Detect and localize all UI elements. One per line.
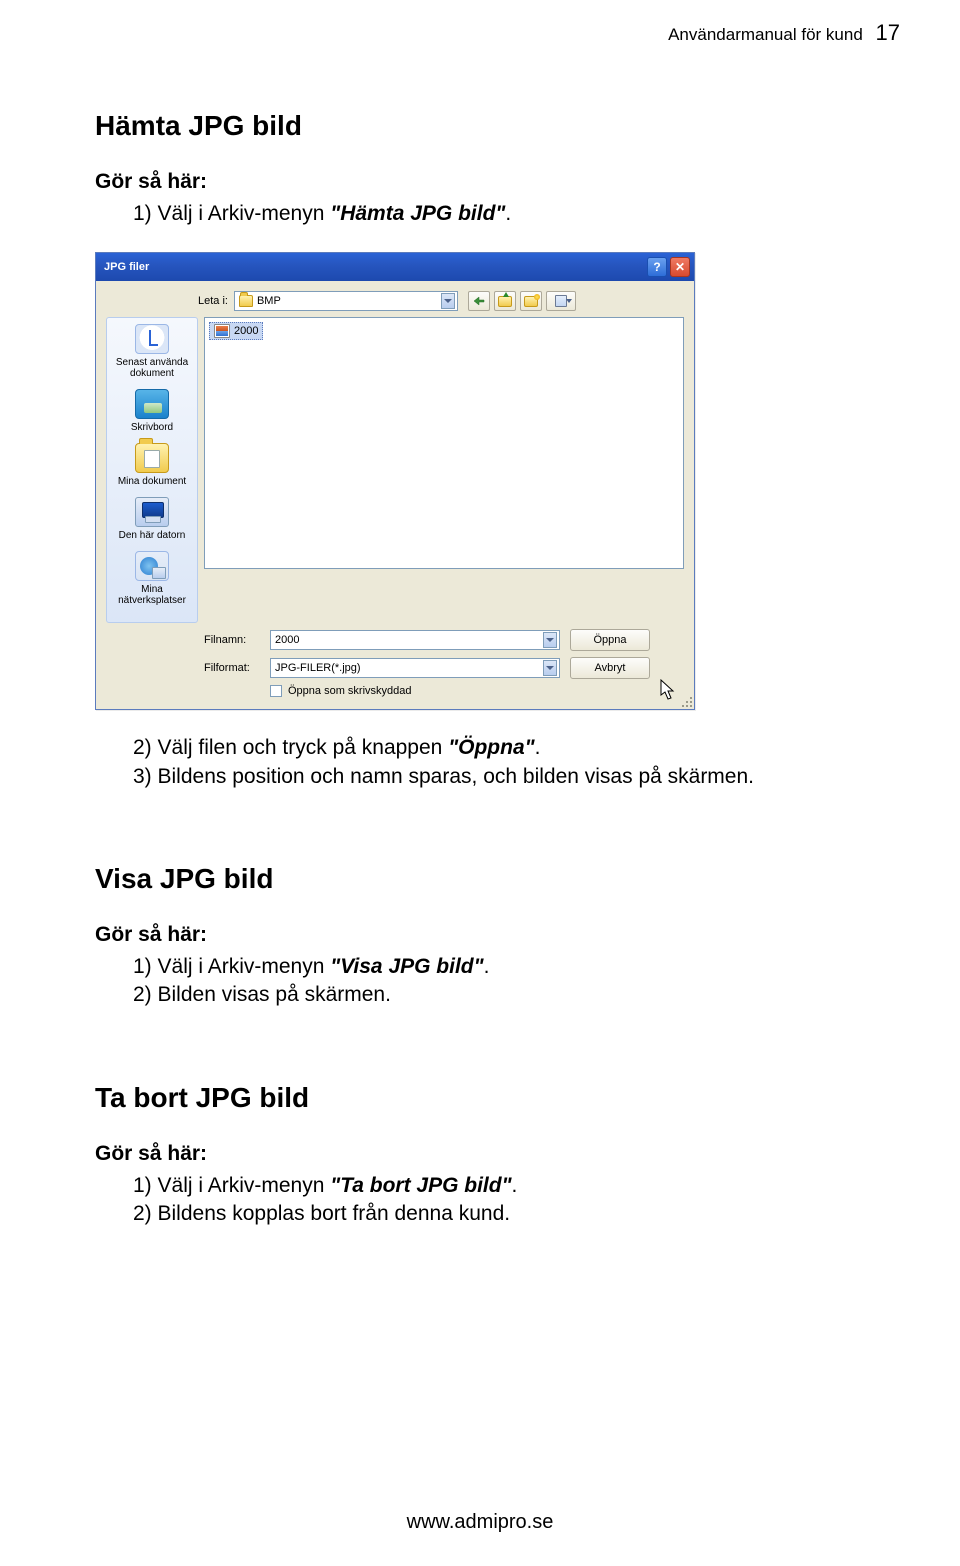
footer-url: www.admipro.se — [0, 1511, 960, 1534]
section1-step3: 3) Bildens position och namn sparas, och… — [133, 763, 870, 791]
sidebar-item-desktop[interactable]: Skrivbord — [111, 389, 193, 433]
s3-step1-em: "Ta bort JPG bild" — [330, 1174, 511, 1197]
section2-step2: 2) Bilden visas på skärmen. — [133, 981, 870, 1009]
filename-input[interactable]: 2000 — [270, 630, 560, 650]
up-one-level-button[interactable] — [494, 291, 516, 311]
section1-heading: Hämta JPG bild — [95, 110, 870, 142]
filetype-combo[interactable]: JPG-FILER(*.jpg) — [270, 658, 560, 678]
open-button[interactable]: Öppna — [570, 629, 650, 651]
sidebar-item-label: Mina dokument — [111, 476, 193, 487]
new-folder-icon — [524, 296, 538, 307]
section3-subheading: Gör så här: — [95, 1142, 870, 1166]
sidebar-item-label: Den här datorn — [111, 530, 193, 541]
chevron-down-icon[interactable] — [543, 660, 557, 676]
chevron-down-icon[interactable] — [543, 632, 557, 648]
cancel-button[interactable]: Avbryt — [570, 657, 650, 679]
sidebar-item-recent[interactable]: Senast använda dokument — [111, 324, 193, 379]
file-list-pane[interactable]: 2000 — [204, 317, 684, 569]
s3-step1-pre: 1) Välj i Arkiv-menyn — [133, 1174, 330, 1197]
filename-value: 2000 — [275, 634, 543, 646]
doc-title: Användarmanual för kund — [668, 25, 863, 44]
resize-grip[interactable] — [678, 693, 692, 707]
section1-step1: 1) Välj i Arkiv-menyn "Hämta JPG bild". — [133, 200, 870, 228]
folder-up-icon — [498, 296, 512, 307]
s2-step1-post: . — [484, 955, 490, 978]
sidebar-item-documents[interactable]: Mina dokument — [111, 443, 193, 487]
file-open-dialog: JPG filer ? ✕ Leta i: BMP — [95, 252, 695, 710]
readonly-label: Öppna som skrivskyddad — [288, 685, 412, 697]
recent-icon — [135, 324, 169, 354]
page-header: Användarmanual för kund 17 — [668, 20, 900, 46]
sidebar-item-label: Skrivbord — [111, 422, 193, 433]
filetype-value: JPG-FILER(*.jpg) — [275, 662, 543, 674]
close-icon: ✕ — [675, 260, 685, 274]
network-icon — [135, 551, 169, 581]
readonly-checkbox[interactable] — [270, 685, 282, 697]
look-in-combo[interactable]: BMP — [234, 291, 458, 311]
section3-step1: 1) Välj i Arkiv-menyn "Ta bort JPG bild"… — [133, 1172, 870, 1200]
s1-step2-em: "Öppna" — [448, 736, 534, 759]
filename-label: Filnamn: — [204, 634, 260, 646]
back-arrow-icon — [473, 296, 485, 306]
section3-heading: Ta bort JPG bild — [95, 1082, 870, 1114]
s1-step1-em: "Hämta JPG bild" — [330, 202, 505, 225]
places-sidebar: Senast använda dokument Skrivbord Mina d… — [106, 317, 198, 623]
close-button[interactable]: ✕ — [670, 257, 690, 277]
s1-step2-post: . — [535, 736, 541, 759]
look-in-value: BMP — [257, 295, 441, 307]
sidebar-item-network[interactable]: Mina nätverksplatser — [111, 551, 193, 606]
s1-step1-pre: 1) Välj i Arkiv-menyn — [133, 202, 330, 225]
documents-icon — [135, 443, 169, 473]
section1-subheading: Gör så här: — [95, 170, 870, 194]
s2-step1-em: "Visa JPG bild" — [330, 955, 483, 978]
computer-icon — [135, 497, 169, 527]
s1-step1-post: . — [505, 202, 511, 225]
filetype-label: Filformat: — [204, 662, 260, 674]
folder-icon — [239, 295, 253, 307]
sidebar-item-label: Senast använda dokument — [111, 357, 193, 379]
dialog-titlebar[interactable]: JPG filer ? ✕ — [96, 253, 694, 281]
file-item-label: 2000 — [234, 325, 258, 337]
file-item[interactable]: 2000 — [209, 322, 263, 340]
chevron-down-icon[interactable] — [441, 293, 455, 309]
back-button[interactable] — [468, 291, 490, 311]
look-in-label: Leta i: — [198, 295, 228, 307]
view-menu-button[interactable] — [546, 291, 576, 311]
section2-heading: Visa JPG bild — [95, 863, 870, 895]
new-folder-button[interactable] — [520, 291, 542, 311]
page-number: 17 — [876, 20, 900, 46]
desktop-icon — [135, 389, 169, 419]
jpg-file-icon — [214, 324, 230, 338]
s3-step1-post: . — [512, 1174, 518, 1197]
section2-subheading: Gör så här: — [95, 923, 870, 947]
cursor-icon — [660, 679, 676, 701]
section1-step2: 2) Välj filen och tryck på knappen "Öppn… — [133, 734, 870, 762]
s1-step2-pre: 2) Välj filen och tryck på knappen — [133, 736, 448, 759]
sidebar-item-label: Mina nätverksplatser — [111, 584, 193, 606]
sidebar-item-computer[interactable]: Den här datorn — [111, 497, 193, 541]
dialog-title: JPG filer — [104, 261, 644, 273]
s2-step1-pre: 1) Välj i Arkiv-menyn — [133, 955, 330, 978]
section2-step1: 1) Välj i Arkiv-menyn "Visa JPG bild". — [133, 953, 870, 981]
section3-step2: 2) Bildens kopplas bort från denna kund. — [133, 1200, 870, 1228]
help-button[interactable]: ? — [647, 257, 667, 277]
